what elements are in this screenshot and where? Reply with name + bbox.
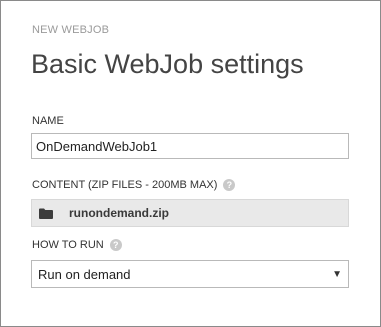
file-upload-field[interactable]: runondemand.zip bbox=[31, 199, 349, 227]
folder-icon bbox=[39, 208, 53, 219]
name-input[interactable] bbox=[31, 133, 349, 159]
new-webjob-dialog: NEW WEBJOB Basic WebJob settings NAME CO… bbox=[0, 0, 381, 327]
how-to-run-label-text: HOW TO RUN bbox=[32, 239, 104, 251]
how-to-run-help-icon[interactable]: ? bbox=[109, 239, 122, 251]
folder-browse-button[interactable] bbox=[32, 200, 60, 226]
how-to-run-select[interactable]: Run on demand ▼ bbox=[31, 260, 349, 288]
name-label: NAME bbox=[32, 115, 64, 127]
file-name: runondemand.zip bbox=[69, 206, 169, 220]
page-title: Basic WebJob settings bbox=[31, 49, 304, 79]
content-help-icon[interactable]: ? bbox=[223, 179, 236, 191]
content-label-text: CONTENT (ZIP FILES - 200MB MAX) bbox=[32, 179, 218, 191]
chevron-down-icon: ▼ bbox=[332, 268, 342, 280]
how-to-run-label: HOW TO RUN ? bbox=[32, 239, 122, 251]
name-label-text: NAME bbox=[32, 115, 64, 127]
how-to-run-selected-value: Run on demand bbox=[38, 266, 131, 282]
content-label: CONTENT (ZIP FILES - 200MB MAX) ? bbox=[32, 179, 236, 191]
dialog-kicker: NEW WEBJOB bbox=[32, 24, 110, 36]
